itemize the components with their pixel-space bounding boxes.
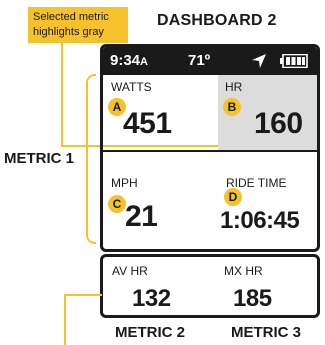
navigation-arrow-icon	[252, 54, 266, 68]
metric2-label: METRIC 2	[115, 324, 186, 341]
badge-d: D	[224, 188, 242, 206]
status-time: 9:34A	[110, 52, 148, 69]
status-temperature: 71º	[188, 52, 211, 69]
badge-c: C	[108, 195, 126, 213]
mph-value: 21	[125, 200, 158, 233]
callout-note: Selected metric highlights gray	[28, 7, 128, 43]
metric-leader-horizontal	[64, 294, 102, 296]
watts-value: 451	[123, 107, 172, 140]
metric1-label: METRIC 1	[4, 150, 75, 167]
callout-leader-vertical	[61, 43, 63, 146]
av-hr-label: AV HR	[112, 264, 148, 278]
mph-label: MPH	[111, 176, 138, 190]
ride-time-value: 1:06:45	[220, 207, 300, 234]
metric-leader-vertical	[64, 294, 66, 345]
hr-value: 160	[254, 107, 303, 140]
badge-b: B	[223, 98, 241, 116]
time-value: 9:34	[110, 52, 141, 69]
device-screen: 9:34A 71º WATTS 451 HR 160 MPH 21 RIDE T…	[100, 44, 320, 252]
metric1-bracket	[86, 74, 96, 244]
av-hr-value: 132	[132, 285, 171, 312]
status-bar: 9:34A 71º	[103, 47, 317, 75]
metric3-label: METRIC 3	[231, 324, 302, 341]
grid-divider	[103, 150, 317, 152]
dashboard-title: DASHBOARD 2	[157, 12, 277, 29]
battery-icon	[280, 54, 308, 68]
mx-hr-label: MX HR	[224, 264, 263, 278]
watts-label: WATTS	[111, 80, 152, 94]
time-ampm: A	[140, 56, 148, 68]
callout-line-1: Selected metric	[33, 11, 109, 23]
mx-hr-value: 185	[233, 285, 272, 312]
lower-metrics-panel: AV HR 132 MX HR 185	[100, 254, 320, 318]
badge-a: A	[108, 98, 126, 116]
callout-line-2: highlights gray	[33, 26, 104, 38]
hr-label: HR	[225, 80, 243, 94]
